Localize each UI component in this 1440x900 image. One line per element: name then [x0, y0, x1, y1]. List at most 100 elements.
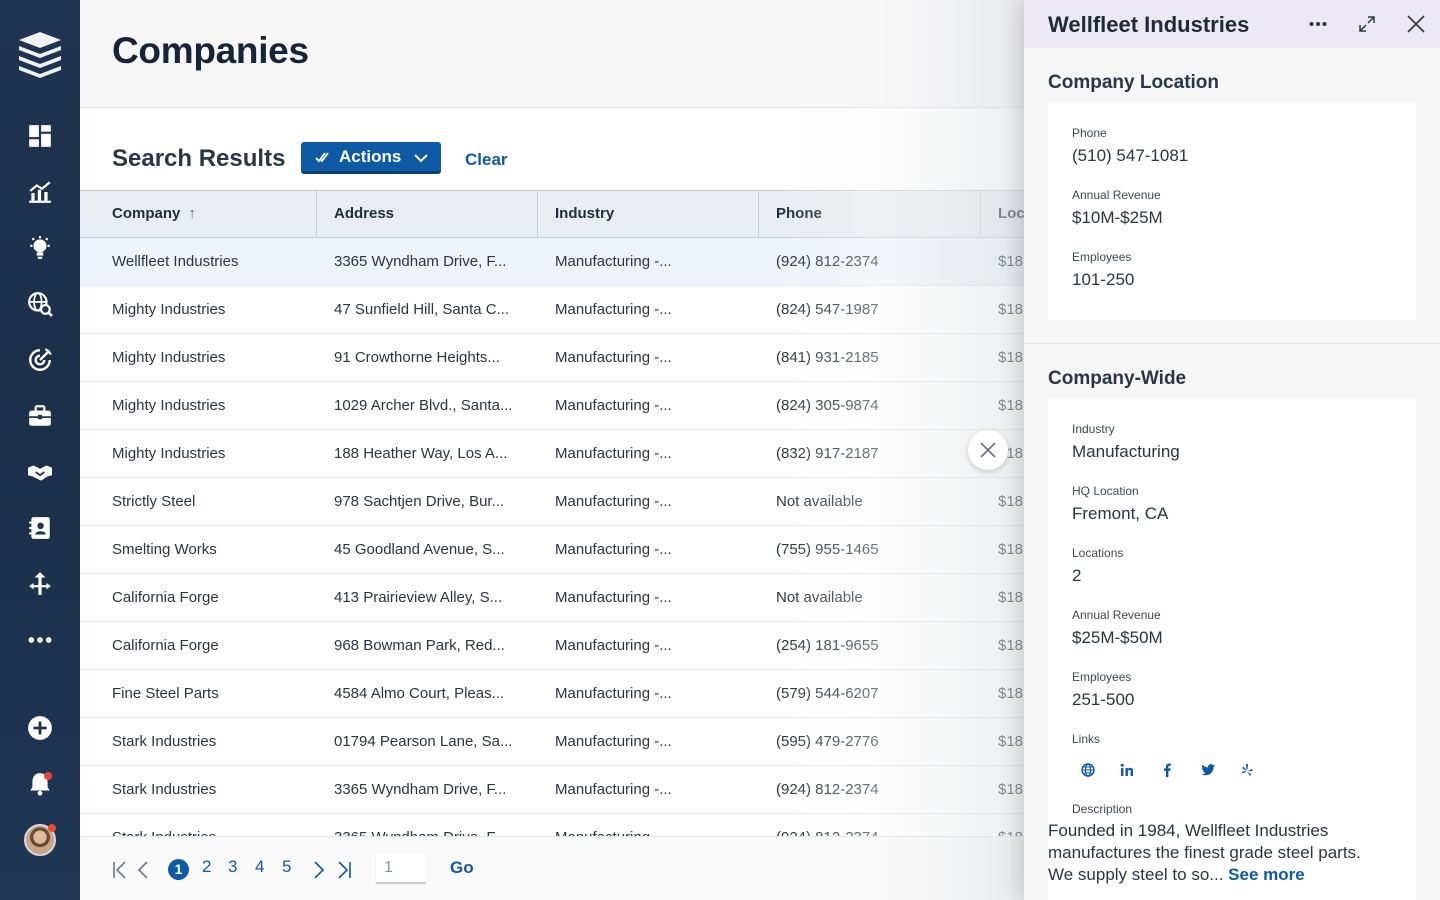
cell-industry: Manufacturing -...: [555, 814, 745, 836]
target-icon[interactable]: [24, 344, 56, 376]
more-options-button[interactable]: [1306, 12, 1330, 36]
page-link[interactable]: 5: [282, 857, 291, 877]
cell-company: Wellfleet Industries: [112, 253, 239, 270]
app: Companies Search Results Actions Clear C…: [0, 0, 1440, 900]
previous-page-icon[interactable]: [137, 861, 149, 879]
cell-phone: (832) 917-2187: [776, 445, 879, 462]
cell-address: 3365 Wyndham Drive, F...: [334, 781, 507, 798]
twitter-icon[interactable]: [1198, 760, 1218, 780]
cell-address: 188 Heather Way, Los A...: [334, 445, 508, 462]
close-overlay-button[interactable]: [968, 430, 1008, 470]
page-title: Companies: [112, 30, 309, 71]
globe-icon[interactable]: [1078, 760, 1098, 780]
first-page-icon[interactable]: [112, 861, 128, 879]
field-value: $25M-$50M: [1072, 628, 1163, 647]
cell-company: Stark Industries: [112, 814, 312, 836]
field-label: Industry: [1072, 422, 1115, 436]
field-label: Locations: [1072, 546, 1124, 560]
expand-button[interactable]: [1355, 12, 1379, 36]
field-label: Annual Revenue: [1072, 188, 1161, 202]
cell-address: 1029 Archer Blvd., Santa...: [334, 397, 513, 414]
cell-phone: (824) 305-9874: [776, 397, 879, 414]
facebook-icon[interactable]: [1157, 760, 1177, 780]
cell-phone: (924) 812-2374: [776, 781, 879, 798]
cell-company: Mighty Industries: [112, 301, 226, 318]
add-icon[interactable]: [24, 712, 56, 744]
cell-address: 45 Goodland Avenue, S...: [334, 541, 505, 558]
actions-button-label: Actions: [339, 146, 402, 166]
page-link[interactable]: 3: [228, 857, 237, 877]
cell-industry: Manufacturing -...: [555, 733, 672, 750]
cell-industry: Manufacturing -...: [555, 541, 672, 558]
field-value: 251-500: [1072, 690, 1135, 709]
column-header-company[interactable]: Company ↑: [80, 191, 317, 237]
company-detail-panel: Wellfleet Industries Company Location Ph…: [1024, 0, 1440, 900]
cell-address: 01794 Pearson Lane, Sa...: [334, 733, 513, 750]
page-current[interactable]: 1: [168, 859, 189, 880]
lightbulb-icon[interactable]: [24, 232, 56, 264]
app-logo[interactable]: [17, 30, 63, 78]
column-header-phone[interactable]: Phone: [759, 191, 981, 237]
analytics-icon[interactable]: [24, 176, 56, 208]
page-link[interactable]: 2: [202, 857, 211, 877]
cell-address: 968 Bowman Park, Red...: [334, 637, 505, 654]
company-location-card: Phone (510) 547-1081 Annual Revenue $10M…: [1048, 102, 1416, 320]
cell-address: 3365 Wyndham Drive, F...: [334, 253, 507, 270]
ellipsis-icon: [1309, 22, 1327, 26]
close-panel-button[interactable]: [1404, 12, 1428, 36]
last-page-icon[interactable]: [336, 861, 352, 879]
briefcase-icon[interactable]: [24, 400, 56, 432]
expand-icon: [1359, 16, 1375, 32]
description-text: Founded in 1984, Wellfleet Industries ma…: [1048, 821, 1361, 884]
page-link[interactable]: 4: [255, 857, 264, 877]
cell-phone: Not available: [776, 493, 863, 510]
cell-industry: Manufacturing -...: [555, 589, 672, 606]
cell-industry: Manufacturing -...: [555, 301, 672, 318]
description-label: Description: [1072, 802, 1133, 816]
actions-button[interactable]: Actions: [301, 142, 441, 174]
globe-search-icon[interactable]: [24, 288, 56, 320]
directions-icon[interactable]: [24, 568, 56, 600]
cell-address: 3365 Wyndham Drive, F...: [334, 814, 524, 836]
contact-card-icon[interactable]: [24, 512, 56, 544]
cell-address: 413 Prairieview Alley, S...: [334, 589, 503, 606]
cell-company: California Forge: [112, 637, 219, 654]
section-divider: [1024, 343, 1440, 344]
handshake-icon[interactable]: [24, 456, 56, 488]
cell-phone: (755) 955-1465: [776, 541, 879, 558]
avatar-status-badge: [48, 824, 56, 832]
cell-company: Fine Steel Parts: [112, 685, 219, 702]
cell-company: Mighty Industries: [112, 445, 226, 462]
cell-company: Smelting Works: [112, 541, 217, 558]
close-icon: [1407, 15, 1425, 33]
yelp-icon[interactable]: [1237, 760, 1257, 780]
page-number-input[interactable]: [376, 854, 426, 884]
cell-industry: Manufacturing -...: [555, 397, 672, 414]
cell-industry: Manufacturing -...: [555, 349, 672, 366]
cell-company: Mighty Industries: [112, 349, 226, 366]
column-header-address[interactable]: Address: [317, 191, 538, 237]
company-wide-title: Company-Wide: [1048, 368, 1187, 389]
see-more-link[interactable]: See more: [1228, 865, 1305, 884]
cell-industry: Manufacturing -...: [555, 253, 672, 270]
cell-phone: (924) 812-2374: [776, 814, 966, 836]
linkedin-icon[interactable]: [1117, 760, 1137, 780]
field-value: Fremont, CA: [1072, 504, 1169, 523]
sidebar: [0, 0, 80, 900]
cell-industry: Manufacturing -...: [555, 685, 672, 702]
column-header-industry[interactable]: Industry: [538, 191, 759, 237]
next-page-icon[interactable]: [313, 861, 325, 879]
field-label: Annual Revenue: [1072, 608, 1161, 622]
clear-link[interactable]: Clear: [465, 150, 508, 170]
dashboard-icon[interactable]: [24, 120, 56, 152]
more-icon[interactable]: [24, 624, 56, 656]
cell-address: 978 Sachtjen Drive, Bur...: [334, 493, 505, 510]
cell-industry: Manufacturing -...: [555, 637, 672, 654]
cell-company: California Forge: [112, 589, 219, 606]
field-value: Manufacturing: [1072, 442, 1180, 461]
cell-address: 91 Crowthorne Heights...: [334, 349, 500, 366]
field-value: (510) 547-1081: [1072, 146, 1189, 165]
go-button[interactable]: Go: [450, 858, 474, 878]
cell-company: Mighty Industries: [112, 397, 226, 414]
close-icon: [980, 442, 996, 458]
